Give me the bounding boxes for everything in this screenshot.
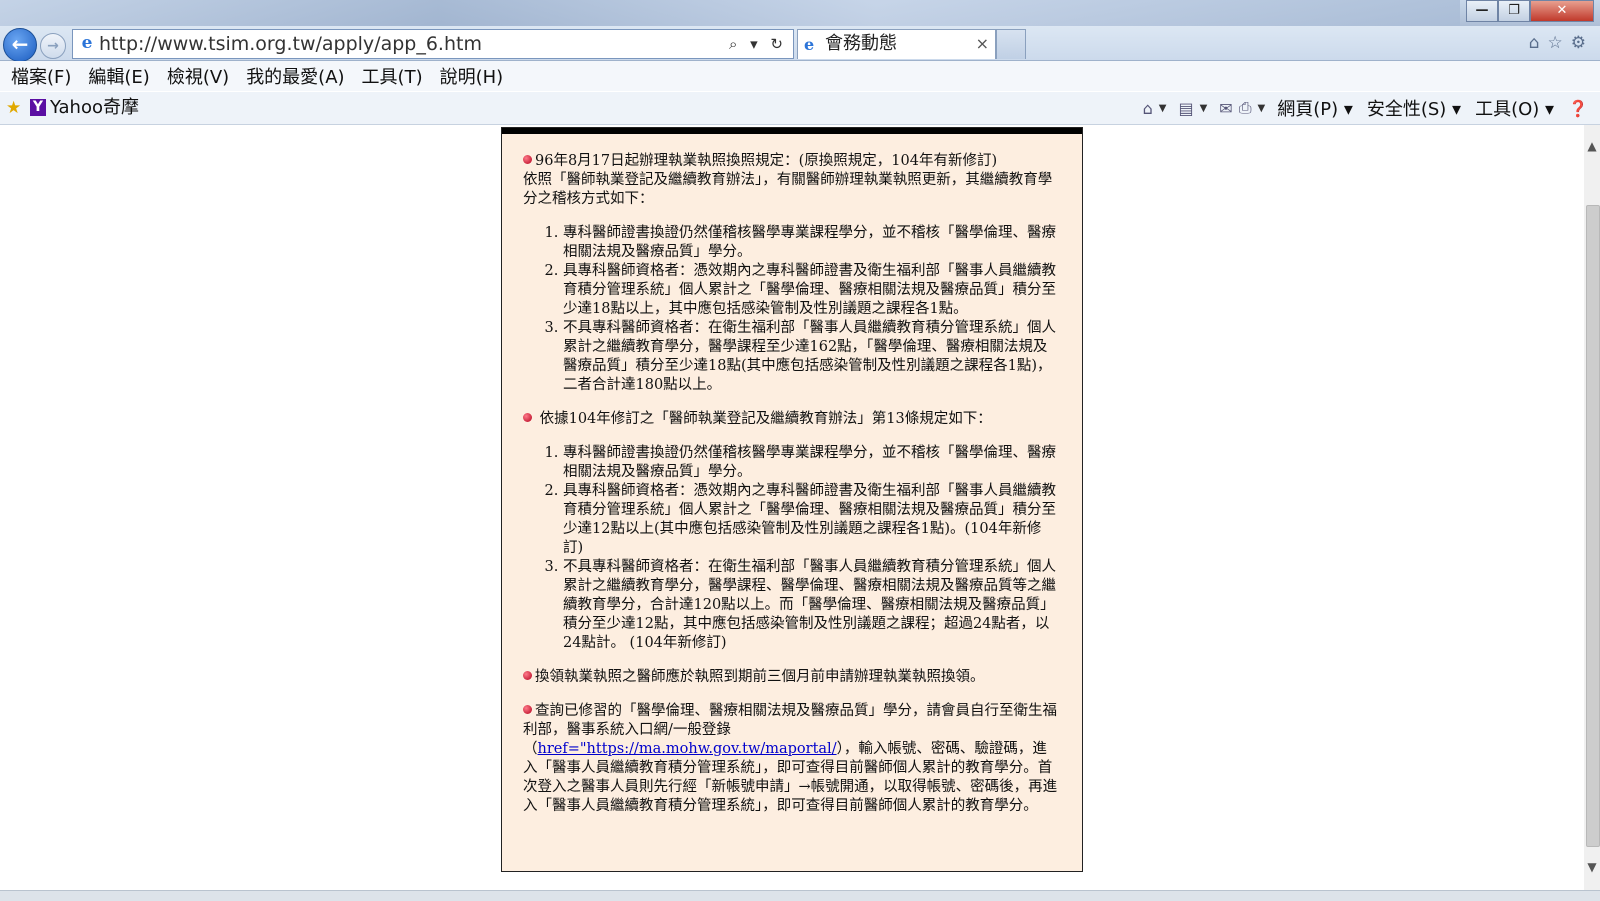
yahoo-icon: Y (30, 99, 46, 116)
restore-button[interactable]: ❐ (1498, 0, 1530, 22)
list-item: 不具專科醫師資格者：在衛生福利部「醫事人員繼續教育積分管理系統」個人累計之繼續教… (563, 319, 1061, 395)
menu-favorites[interactable]: 我的最愛(A) (246, 63, 344, 89)
back-arrow-icon: ← (11, 32, 29, 56)
scroll-down-icon[interactable]: ▼ (1584, 860, 1600, 876)
menu-edit[interactable]: 編輯(E) (88, 63, 149, 89)
list-item: 專科醫師證書換證仍然僅稽核醫學專業課程學分，並不稽核「醫學倫理、醫療相關法規及醫… (563, 224, 1061, 262)
feeds-icon[interactable]: ▤ (1178, 99, 1193, 118)
section-1-heading: 96年8月17日起辦理執業執照換照規定：(原換照規定，104年有新修訂) (535, 153, 998, 169)
window-controls: — ❐ ✕ (1466, 0, 1594, 22)
list-item: 具專科醫師資格者：憑效期內之專科醫師證書及衛生福利部「醫事人員繼續教育積分管理系… (563, 262, 1061, 319)
new-tab-button[interactable] (996, 29, 1026, 59)
vertical-scrollbar[interactable]: ▲ ▼ (1584, 125, 1600, 890)
scroll-up-icon[interactable]: ▲ (1584, 139, 1600, 155)
home-icon[interactable]: ⌂ (1529, 33, 1548, 53)
print-icon[interactable]: ⎙ (1239, 98, 1252, 118)
mohw-portal-link[interactable]: href="https://ma.mohw.gov.tw/maportal/ (538, 741, 837, 757)
chevron-down-icon[interactable]: ▼ (1159, 103, 1167, 114)
content-panel: 96年8月17日起辦理執業執照換照規定：(原換照規定，104年有新修訂) 依照「… (501, 127, 1083, 872)
red-bullet-icon (523, 155, 532, 164)
red-bullet-icon (523, 705, 532, 714)
command-bar: ⌂ ▼ ▤ ▼ ✉ ⎙ ▼ 網頁(P) ▾ 安全性(S) ▾ 工具(O) ▾ ❓ (1143, 95, 1594, 121)
menu-view[interactable]: 檢視(V) (167, 63, 229, 89)
section-3: 換領執業執照之醫師應於執照到期前三個月前申請辦理執業執照換領。 (523, 668, 1061, 687)
tab-title: 會務動態 (825, 33, 897, 54)
menu-tools[interactable]: 工具(T) (362, 63, 423, 89)
section-2: 依據104年修訂之「醫師執業登記及繼續教育辦法」第13條規定如下： (523, 410, 1061, 429)
back-button[interactable]: ← (3, 28, 37, 62)
status-bar (0, 890, 1600, 901)
help-icon[interactable]: ❓ (1568, 99, 1588, 118)
favorite-yahoo-link[interactable]: Yahoo奇摩 (50, 95, 139, 121)
list-item: 具專科醫師資格者：憑效期內之專科醫師證書及衛生福利部「醫事人員繼續教育積分管理系… (563, 482, 1061, 558)
list-item: 專科醫師證書換證仍然僅稽核醫學專業課程學分，並不稽核「醫學倫理、醫療相關法規及醫… (563, 444, 1061, 482)
tab-active[interactable]: e 會務動態 × (797, 29, 996, 59)
scrollbar-thumb[interactable] (1586, 205, 1600, 847)
section-3-text: 換領執業執照之醫師應於執照到期前三個月前申請辦理執業執照換領。 (535, 669, 985, 685)
menu-help[interactable]: 說明(H) (440, 63, 504, 89)
mail-icon[interactable]: ✉ (1219, 99, 1232, 118)
favorites-star-icon[interactable]: ★ (6, 98, 21, 118)
list-item: 不具專科醫師資格者：在衛生福利部「醫事人員繼續教育積分管理系統」個人累計之繼續教… (563, 558, 1061, 653)
red-bullet-icon (523, 671, 532, 680)
panel-top-border (502, 128, 1082, 134)
star-icon[interactable]: ☆ (1548, 33, 1571, 53)
favorites-bar: ★ Y Yahoo奇摩 ⌂ ▼ ▤ ▼ ✉ ⎙ ▼ 網頁(P) ▾ 安全性(S) ▾ … (0, 92, 1600, 125)
menu-file[interactable]: 檔案(F) (11, 63, 71, 89)
ie-page-icon: e (81, 33, 93, 53)
browser-icons: ⌂☆⚙ (1529, 33, 1594, 53)
home-command-icon[interactable]: ⌂ (1143, 99, 1153, 118)
page-viewport: 96年8月17日起辦理執業執照換照規定：(原換照規定，104年有新修訂) 依照「… (0, 125, 1584, 890)
minimize-button[interactable]: — (1466, 0, 1498, 22)
section-1: 96年8月17日起辦理執業執照換照規定：(原換照規定，104年有新修訂) 依照「… (523, 152, 1061, 209)
tab-close-button[interactable]: × (976, 30, 989, 58)
navigation-bar: ← → e http://www.tsim.org.tw/apply/app_6… (0, 26, 1600, 62)
tab-ie-icon: e (804, 35, 815, 54)
menu-bar: 檔案(F) 編輯(E) 檢視(V) 我的最愛(A) 工具(T) 說明(H) (0, 61, 1600, 91)
chevron-down-icon[interactable]: ▼ (1200, 103, 1208, 114)
command-tools[interactable]: 工具(O) ▾ (1475, 95, 1554, 121)
section-1-list: 專科醫師證書換證仍然僅稽核醫學專業課程學分，並不稽核「醫學倫理、醫療相關法規及醫… (523, 224, 1061, 395)
article-content: 96年8月17日起辦理執業執照換照規定：(原換照規定，104年有新修訂) 依照「… (523, 152, 1061, 831)
section-4: 查詢已修習的「醫學倫理、醫療相關法規及醫療品質」學分，請會員自行至衛生福利部，醫… (523, 702, 1061, 816)
forward-arrow-icon: → (47, 38, 59, 54)
chevron-down-icon[interactable]: ▼ (1258, 103, 1266, 114)
address-bar[interactable]: e http://www.tsim.org.tw/apply/app_6.htm… (72, 29, 794, 59)
address-tools[interactable]: ⌕ ▾ ↻ (729, 30, 787, 58)
gear-icon[interactable]: ⚙ (1571, 33, 1594, 53)
section-2-list: 專科醫師證書換證仍然僅稽核醫學專業課程學分，並不稽核「醫學倫理、醫療相關法規及醫… (523, 444, 1061, 653)
red-bullet-icon (523, 413, 532, 422)
address-url[interactable]: http://www.tsim.org.tw/apply/app_6.htm (99, 30, 482, 58)
section-2-heading: 依據104年修訂之「醫師執業登記及繼續教育辦法」第13條規定如下： (539, 411, 992, 427)
title-bar-background (0, 0, 1460, 26)
close-button[interactable]: ✕ (1530, 0, 1594, 22)
title-bar: — ❐ ✕ (0, 0, 1600, 26)
command-page[interactable]: 網頁(P) ▾ (1277, 95, 1353, 121)
command-safety[interactable]: 安全性(S) ▾ (1367, 95, 1461, 121)
forward-button[interactable]: → (40, 33, 66, 59)
section-1-intro: 依照「醫師執業登記及繼續教育辦法」，有關醫師辦理執業執照更新，其繼續教育學分之稽… (523, 172, 1053, 207)
